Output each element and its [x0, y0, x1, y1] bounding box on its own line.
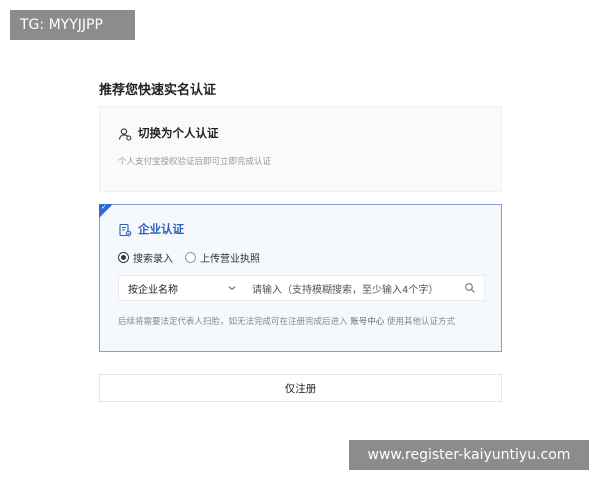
personal-auth-title: 切换为个人认证	[138, 126, 219, 140]
search-placeholder: 请输入（支持模糊搜索，至少输入4个字）	[252, 284, 439, 296]
watermark-top-left: TG: MYYJJPP	[10, 10, 135, 40]
face-scan-hint: 后续将需要法定代表人扫脸，如无法完成可在注册完成后进入 账号中心 使用其他认证方…	[118, 315, 455, 327]
register-only-button[interactable]: 仅注册	[99, 374, 502, 402]
search-type-select[interactable]: 按企业名称	[119, 276, 246, 300]
personal-auth-description: 个人支付宝授权验证后即可立即完成认证	[118, 157, 272, 167]
company-search-input[interactable]: 请输入（支持模糊搜索，至少输入4个字）	[246, 276, 484, 300]
company-auth-header: 企业认证	[118, 221, 184, 237]
radio-dot[interactable]	[118, 252, 129, 263]
personal-auth-header: 切换为个人认证	[118, 125, 219, 141]
chevron-down-icon	[227, 283, 237, 293]
radio-label: 搜索录入	[133, 254, 173, 265]
watermark-bottom-right: www.register-kaiyuntiyu.com	[349, 440, 589, 470]
hint-suffix: 使用其他认证方式	[386, 317, 455, 327]
personal-auth-card[interactable]: 切换为个人认证 个人支付宝授权验证后即可立即完成认证	[99, 106, 502, 192]
check-icon: ✓	[101, 203, 107, 211]
page-title: 推荐您快速实名认证	[99, 83, 217, 98]
hint-prefix: 后续将需要法定代表人扫脸，如无法完成可在注册完成后进入	[118, 317, 348, 327]
company-auth-card[interactable]: ✓ 企业认证 搜索录入 上传营业执照 按企业名称 请输入（支持模糊搜索，至少输入…	[99, 203, 502, 352]
user-icon	[118, 126, 132, 141]
radio-label: 上传营业执照	[200, 254, 260, 265]
radio-upload-license[interactable]: 上传营业执照	[185, 250, 260, 265]
radio-dot[interactable]	[185, 252, 196, 263]
company-search-row: 按企业名称 请输入（支持模糊搜索，至少输入4个字）	[118, 275, 485, 301]
company-auth-title: 企业认证	[138, 222, 184, 236]
search-icon[interactable]	[464, 282, 476, 294]
entry-method-radio-group: 搜索录入 上传营业执照	[118, 250, 272, 265]
radio-search-entry[interactable]: 搜索录入	[118, 250, 173, 265]
select-value: 按企业名称	[128, 284, 178, 296]
company-doc-icon	[118, 222, 132, 237]
account-center-link[interactable]: 账号中心	[350, 317, 384, 327]
